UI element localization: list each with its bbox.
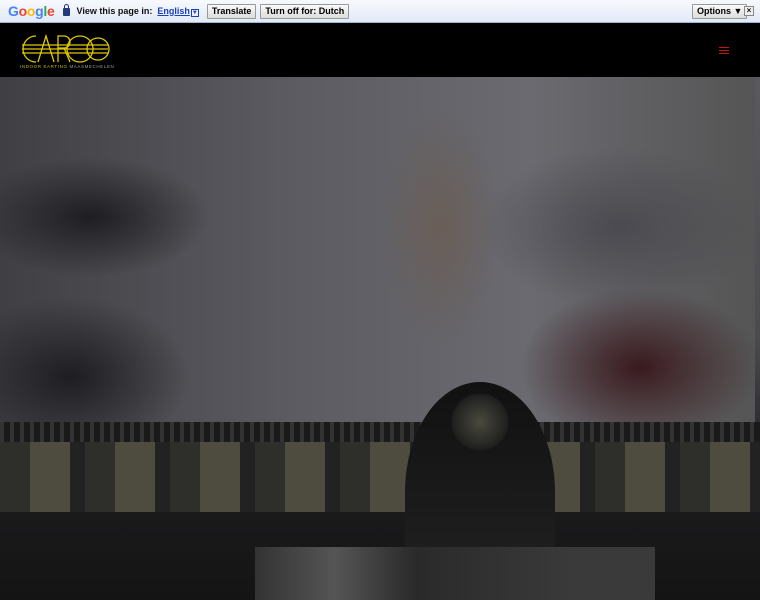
hero-image — [0, 77, 760, 600]
language-value: English — [157, 5, 190, 16]
fence — [0, 422, 760, 444]
hamburger-icon[interactable] — [719, 47, 729, 54]
google-logo: Google — [8, 3, 55, 19]
turn-off-button[interactable]: Turn off for: Dutch — [260, 3, 350, 19]
close-icon[interactable]: × — [744, 6, 754, 16]
track-barrier — [0, 442, 760, 512]
racing-mural — [0, 77, 755, 422]
translate-prompt: View this page in: — [76, 6, 153, 16]
cargo-logo[interactable] — [20, 33, 110, 65]
logo-tagline: INDOOR KARTING MAASMECHELEN — [20, 64, 115, 69]
dropdown-icon: ▼ — [190, 8, 199, 17]
site-header: INDOOR KARTING MAASMECHELEN — [0, 24, 760, 77]
lock-icon — [63, 4, 71, 16]
kart — [255, 547, 655, 600]
language-select[interactable]: English ▼ — [157, 6, 199, 17]
options-button[interactable]: Options ▼ — [692, 4, 748, 19]
translate-bar: Google View this page in: English ▼ Trans… — [0, 0, 760, 23]
translate-button[interactable]: Translate — [206, 3, 257, 19]
